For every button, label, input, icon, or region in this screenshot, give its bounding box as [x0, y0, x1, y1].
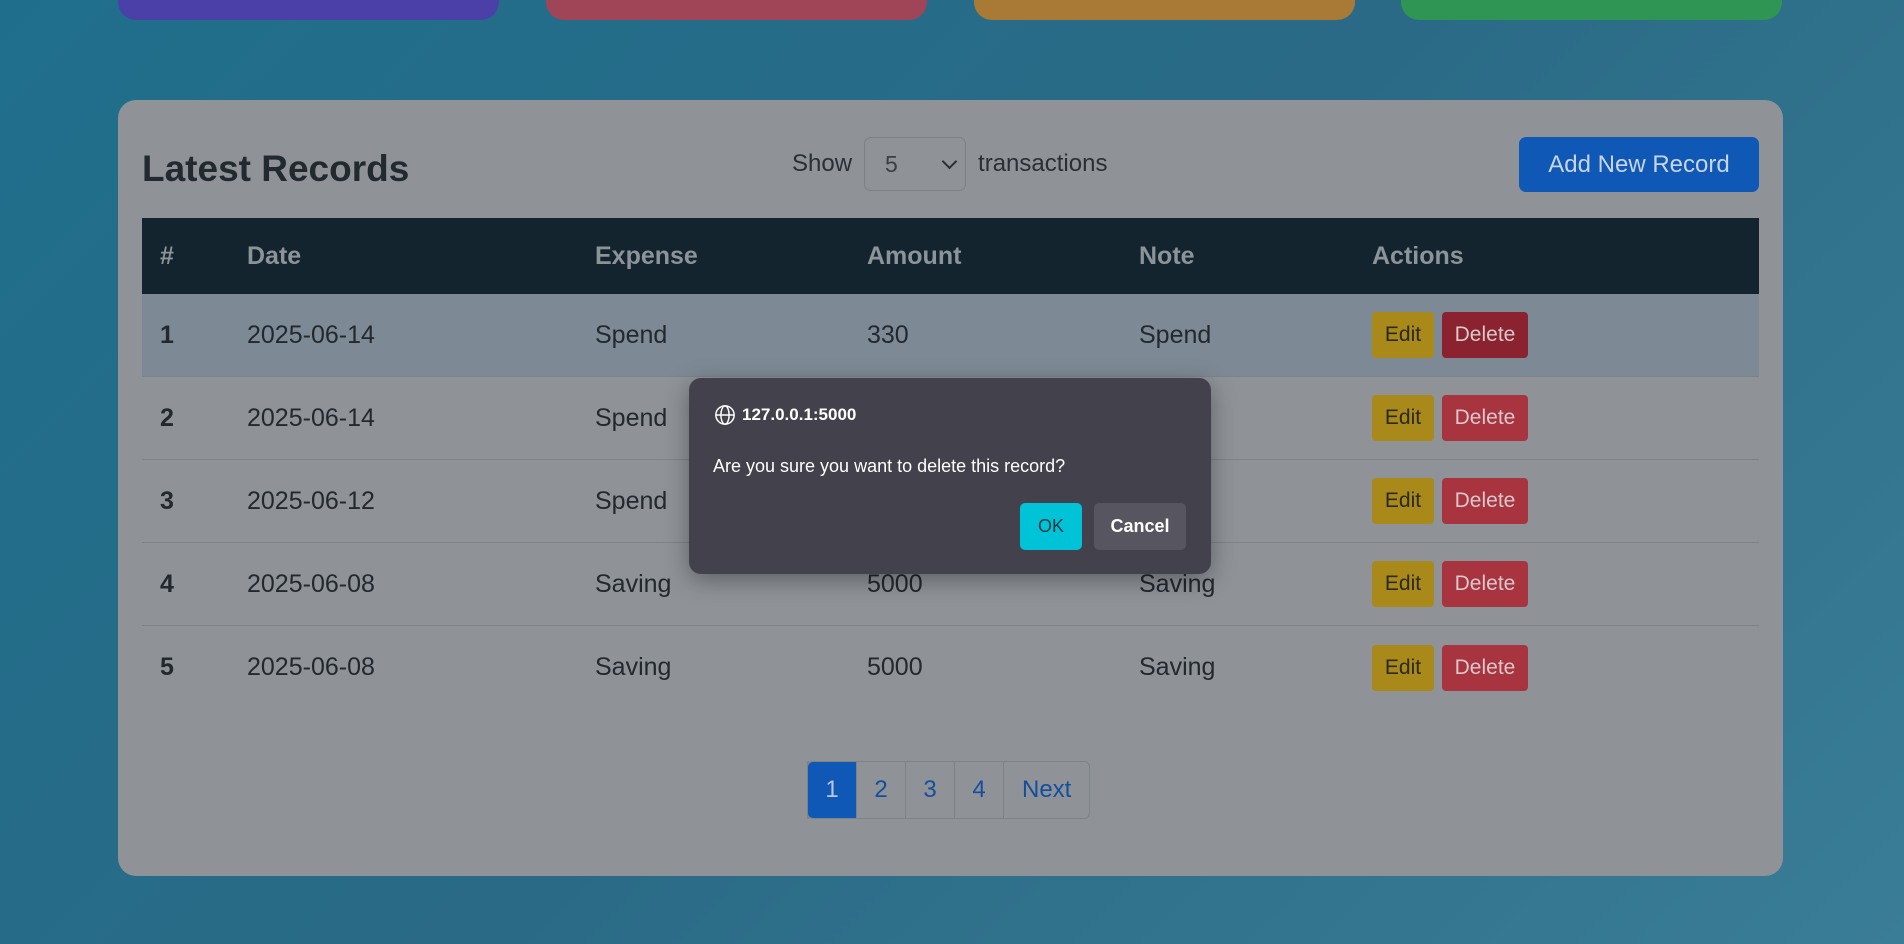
table-header: # Date Expense Amount Note Actions	[142, 218, 1759, 294]
edit-button[interactable]: Edit	[1372, 478, 1434, 524]
table-row: 5 2025-06-08 Saving 5000 Saving Edit Del…	[142, 626, 1759, 709]
page-size-select[interactable]: 5	[864, 137, 967, 191]
delete-button[interactable]: Delete	[1442, 312, 1528, 358]
header-amount: Amount	[867, 241, 962, 270]
summary-card-purple	[118, 0, 499, 20]
chevron-down-icon	[941, 153, 958, 170]
delete-button[interactable]: Delete	[1442, 395, 1528, 441]
summary-card-green	[1401, 0, 1782, 20]
cell-date: 2025-06-08	[247, 569, 375, 598]
show-suffix: transactions	[978, 150, 1108, 177]
cell-actions: Edit Delete	[1372, 644, 1528, 691]
cell-actions: Edit Delete	[1372, 561, 1528, 607]
confirm-dialog: 127.0.0.1:5000 Are you sure you want to …	[689, 378, 1211, 574]
cell-date: 2025-06-12	[247, 486, 375, 515]
globe-icon	[715, 405, 735, 425]
header-expense: Expense	[595, 241, 698, 270]
cell-expense: Spend	[595, 320, 668, 349]
delete-button[interactable]: Delete	[1442, 644, 1528, 691]
cell-note: Spend	[1139, 320, 1212, 349]
edit-button[interactable]: Edit	[1372, 312, 1434, 358]
header-note: Note	[1139, 241, 1195, 270]
page-link-2[interactable]: 2	[857, 762, 906, 818]
cell-expense: Saving	[595, 653, 672, 681]
cell-index: 4	[160, 569, 174, 598]
show-label: Show	[792, 150, 853, 177]
cell-index: 3	[160, 486, 174, 515]
next-page-link[interactable]: Next	[1004, 762, 1089, 818]
cell-note: Saving	[1139, 653, 1216, 681]
panel-title: Latest Records	[142, 148, 410, 189]
page-size-control: Show 5 transactions	[792, 136, 1107, 192]
page-link-1[interactable]: 1	[808, 762, 857, 818]
add-new-record-button[interactable]: Add New Record	[1519, 137, 1759, 192]
cell-date: 2025-06-14	[247, 320, 375, 349]
cell-amount: 330	[867, 320, 909, 349]
dialog-origin-text: 127.0.0.1:5000	[742, 405, 857, 424]
cell-index: 5	[160, 653, 174, 681]
cell-actions: Edit Delete	[1372, 312, 1528, 358]
cell-index: 2	[160, 403, 174, 432]
delete-button[interactable]: Delete	[1442, 478, 1528, 524]
page-link-4[interactable]: 4	[955, 762, 1004, 818]
edit-button[interactable]: Edit	[1372, 644, 1434, 691]
cell-actions: Edit Delete	[1372, 395, 1528, 441]
cell-index: 1	[160, 320, 174, 349]
cancel-button[interactable]: Cancel	[1094, 503, 1186, 550]
cell-date: 2025-06-08	[247, 653, 375, 681]
page-size-value: 5	[885, 150, 898, 177]
cell-actions: Edit Delete	[1372, 478, 1528, 524]
header-date: Date	[247, 241, 302, 270]
table-row: 1 2025-06-14 Spend 330 Spend Edit Delete	[142, 294, 1759, 377]
summary-card-red	[546, 0, 927, 20]
dialog-message: Are you sure you want to delete this rec…	[713, 456, 1066, 476]
delete-button[interactable]: Delete	[1442, 561, 1528, 607]
ok-button[interactable]: OK	[1020, 503, 1082, 550]
header-actions: Actions	[1372, 241, 1464, 270]
summary-card-orange	[974, 0, 1355, 20]
cell-date: 2025-06-14	[247, 403, 375, 432]
edit-button[interactable]: Edit	[1372, 561, 1434, 607]
edit-button[interactable]: Edit	[1372, 395, 1434, 441]
page-link-3[interactable]: 3	[906, 762, 955, 818]
cell-amount: 5000	[867, 653, 923, 681]
header-index: #	[160, 241, 174, 270]
pagination: 1 2 3 4 Next	[807, 761, 1091, 819]
dialog-origin: 127.0.0.1:5000	[714, 404, 856, 426]
